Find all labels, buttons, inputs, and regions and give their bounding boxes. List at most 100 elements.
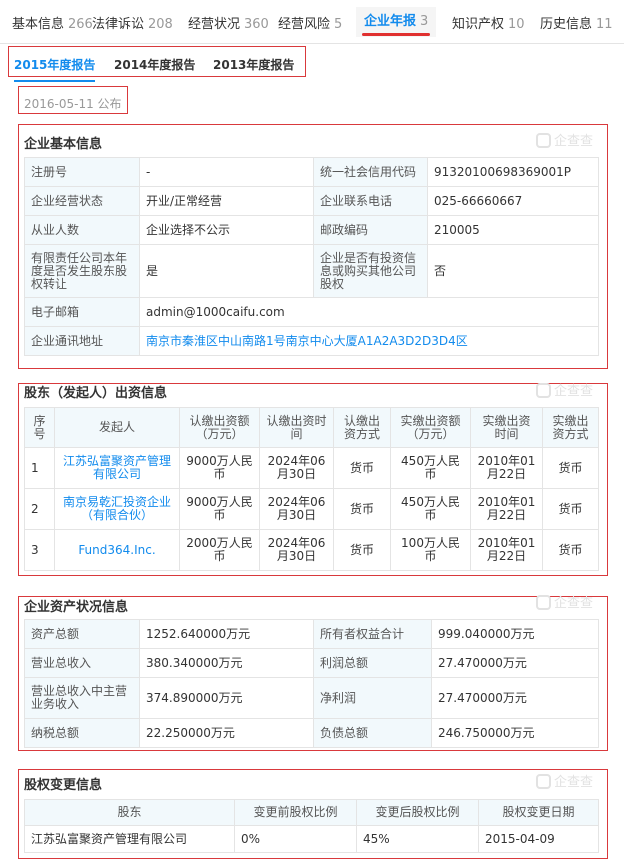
section-title-shareholders: 股东（发起人）出资信息 (24, 386, 168, 401)
table-row: 3 Fund364.Inc. 2000万人民币 2024年06月30日 货币 1… (24, 529, 599, 571)
label-cell: 注册号 (24, 157, 140, 187)
cell: 货币 (542, 529, 599, 571)
cell: 450万人民币 (390, 447, 471, 489)
column-header: 变更前股权比例 (234, 799, 357, 826)
cell: 货币 (333, 447, 391, 489)
label-cell: 统一社会信用代码 (313, 157, 428, 187)
qichacha-watermark: 企查查 (536, 380, 593, 399)
tab-risk[interactable]: 经营风险 5 (278, 13, 342, 32)
tab-count: 5 (334, 17, 343, 32)
cell: 450万人民币 (390, 488, 471, 530)
tab-operation[interactable]: 经营状况 360 (188, 13, 269, 32)
value-cell: 246.750000万元 (431, 718, 599, 748)
label-cell: 纳税总额 (24, 718, 140, 748)
value-cell: 27.470000万元 (431, 648, 599, 678)
value-cell: 1252.640000万元 (139, 619, 314, 649)
table-row: 注册号 - 统一社会信用代码 91320100698369001P (24, 157, 599, 187)
holder-cell: 南京易乾汇投资企业（有限合伙） (54, 488, 180, 530)
tab-2013-report[interactable]: 2013年度报告 (213, 56, 294, 73)
column-header: 认缴出资额（万元） (179, 407, 260, 448)
cell: 9000万人民币 (179, 488, 260, 530)
cell: 2024年06月30日 (259, 447, 334, 489)
assets-table: 资产总额 1252.640000万元 所有者权益合计 999.040000万元 … (24, 619, 599, 748)
column-header: 序号 (24, 407, 55, 448)
cell: 货币 (333, 529, 391, 571)
holder-link[interactable]: 江苏弘富聚资产管理有限公司 (63, 454, 171, 481)
label-cell: 利润总额 (313, 648, 432, 678)
table-row: 从业人数 企业选择不公示 邮政编码 210005 (24, 215, 599, 245)
label-cell: 有限责任公司本年度是否发生股东股权转让 (24, 244, 140, 298)
holder-link[interactable]: Fund364.Inc. (78, 543, 155, 557)
value-cell: 210005 (427, 215, 599, 245)
cell: 2024年06月30日 (259, 488, 334, 530)
table-row: 资产总额 1252.640000万元 所有者权益合计 999.040000万元 (24, 619, 599, 649)
holder-cell: 江苏弘富聚资产管理有限公司 (54, 447, 180, 489)
column-header: 实缴出资方式 (542, 407, 599, 448)
watermark-text: 企查查 (554, 384, 594, 399)
tab-count: 3 (420, 14, 429, 29)
cell: 2010年01月22日 (470, 529, 543, 571)
table-row: 1 江苏弘富聚资产管理有限公司 9000万人民币 2024年06月30日 货币 … (24, 447, 599, 489)
label-cell: 所有者权益合计 (313, 619, 432, 649)
label-cell: 营业总收入 (24, 648, 140, 678)
tab-label: 经营状况 (188, 17, 241, 32)
tab-label: 经营风险 (278, 17, 331, 32)
table-row: 2 南京易乾汇投资企业（有限合伙） 9000万人民币 2024年06月30日 货… (24, 488, 599, 530)
shareholders-table: 序号 发起人 认缴出资额（万元） 认缴出资时间 认缴出资方式 实缴出资额（万元）… (24, 407, 599, 571)
table-header-row: 股东 变更前股权比例 变更后股权比例 股权变更日期 (24, 799, 599, 826)
column-header: 变更后股权比例 (356, 799, 479, 826)
value-cell: 22.250000万元 (139, 718, 314, 748)
equity-table: 股东 变更前股权比例 变更后股权比例 股权变更日期 江苏弘富聚资产管理有限公司 … (24, 799, 599, 853)
tab-2015-report[interactable]: 2015年度报告 (14, 56, 96, 82)
watermark-logo-icon (536, 595, 551, 610)
row-number: 3 (24, 529, 55, 571)
tab-label: 知识产权 (452, 17, 505, 32)
tab-count: 360 (244, 17, 269, 32)
tab-history[interactable]: 历史信息 11 (540, 13, 613, 32)
cell: 2010年01月22日 (470, 447, 543, 489)
column-header: 股东 (24, 799, 235, 826)
table-row: 营业总收入中主营业务收入 374.890000万元 净利润 27.470000万… (24, 677, 599, 719)
value-cell: 999.040000万元 (431, 619, 599, 649)
qichacha-watermark: 企查查 (536, 771, 593, 790)
address-link[interactable]: 南京市秦淮区中山南路1号南京中心大厦A1A2A3D2D3D4区 (146, 334, 468, 348)
cell: 45% (356, 825, 479, 853)
table-header-row: 序号 发起人 认缴出资额（万元） 认缴出资时间 认缴出资方式 实缴出资额（万元）… (24, 407, 599, 448)
label-cell: 企业是否有投资信息或购买其他公司股权 (313, 244, 428, 298)
label-cell: 电子邮箱 (24, 297, 140, 327)
value-cell: 374.890000万元 (139, 677, 314, 719)
watermark-logo-icon (536, 383, 551, 398)
value-cell: - (139, 157, 314, 187)
label-cell: 从业人数 (24, 215, 140, 245)
table-row: 电子邮箱 admin@1000caifu.com (24, 297, 599, 327)
tab-legal[interactable]: 法律诉讼 208 (92, 13, 173, 32)
cell: 2015-04-09 (478, 825, 599, 853)
column-header: 发起人 (54, 407, 180, 448)
label-cell: 负债总额 (313, 718, 432, 748)
label-cell: 企业经营状态 (24, 186, 140, 216)
value-cell: 是 (139, 244, 314, 298)
tab-annual-report[interactable]: 企业年报 3 (356, 7, 437, 37)
tab-label: 历史信息 (540, 17, 593, 32)
holder-link[interactable]: 南京易乾汇投资企业（有限合伙） (63, 495, 171, 522)
watermark-text: 企查查 (554, 134, 594, 149)
row-number: 2 (24, 488, 55, 530)
tab-ip[interactable]: 知识产权 10 (452, 13, 525, 32)
tab-count: 266 (68, 17, 93, 32)
value-cell: 开业/正常经营 (139, 186, 314, 216)
value-cell: 否 (427, 244, 599, 298)
column-header: 认缴出资方式 (333, 407, 391, 448)
holder-cell: Fund364.Inc. (54, 529, 180, 571)
tab-2014-report[interactable]: 2014年度报告 (114, 56, 195, 73)
watermark-logo-icon (536, 774, 551, 789)
tab-basic-info[interactable]: 基本信息 266 (12, 13, 93, 32)
cell: 2000万人民币 (179, 529, 260, 571)
row-number: 1 (24, 447, 55, 489)
tab-label: 基本信息 (12, 17, 65, 32)
cell: 9000万人民币 (179, 447, 260, 489)
cell: 江苏弘富聚资产管理有限公司 (24, 825, 235, 853)
cell: 0% (234, 825, 357, 853)
column-header: 实缴出资额（万元） (390, 407, 471, 448)
cell: 2024年06月30日 (259, 529, 334, 571)
value-cell: 企业选择不公示 (139, 215, 314, 245)
